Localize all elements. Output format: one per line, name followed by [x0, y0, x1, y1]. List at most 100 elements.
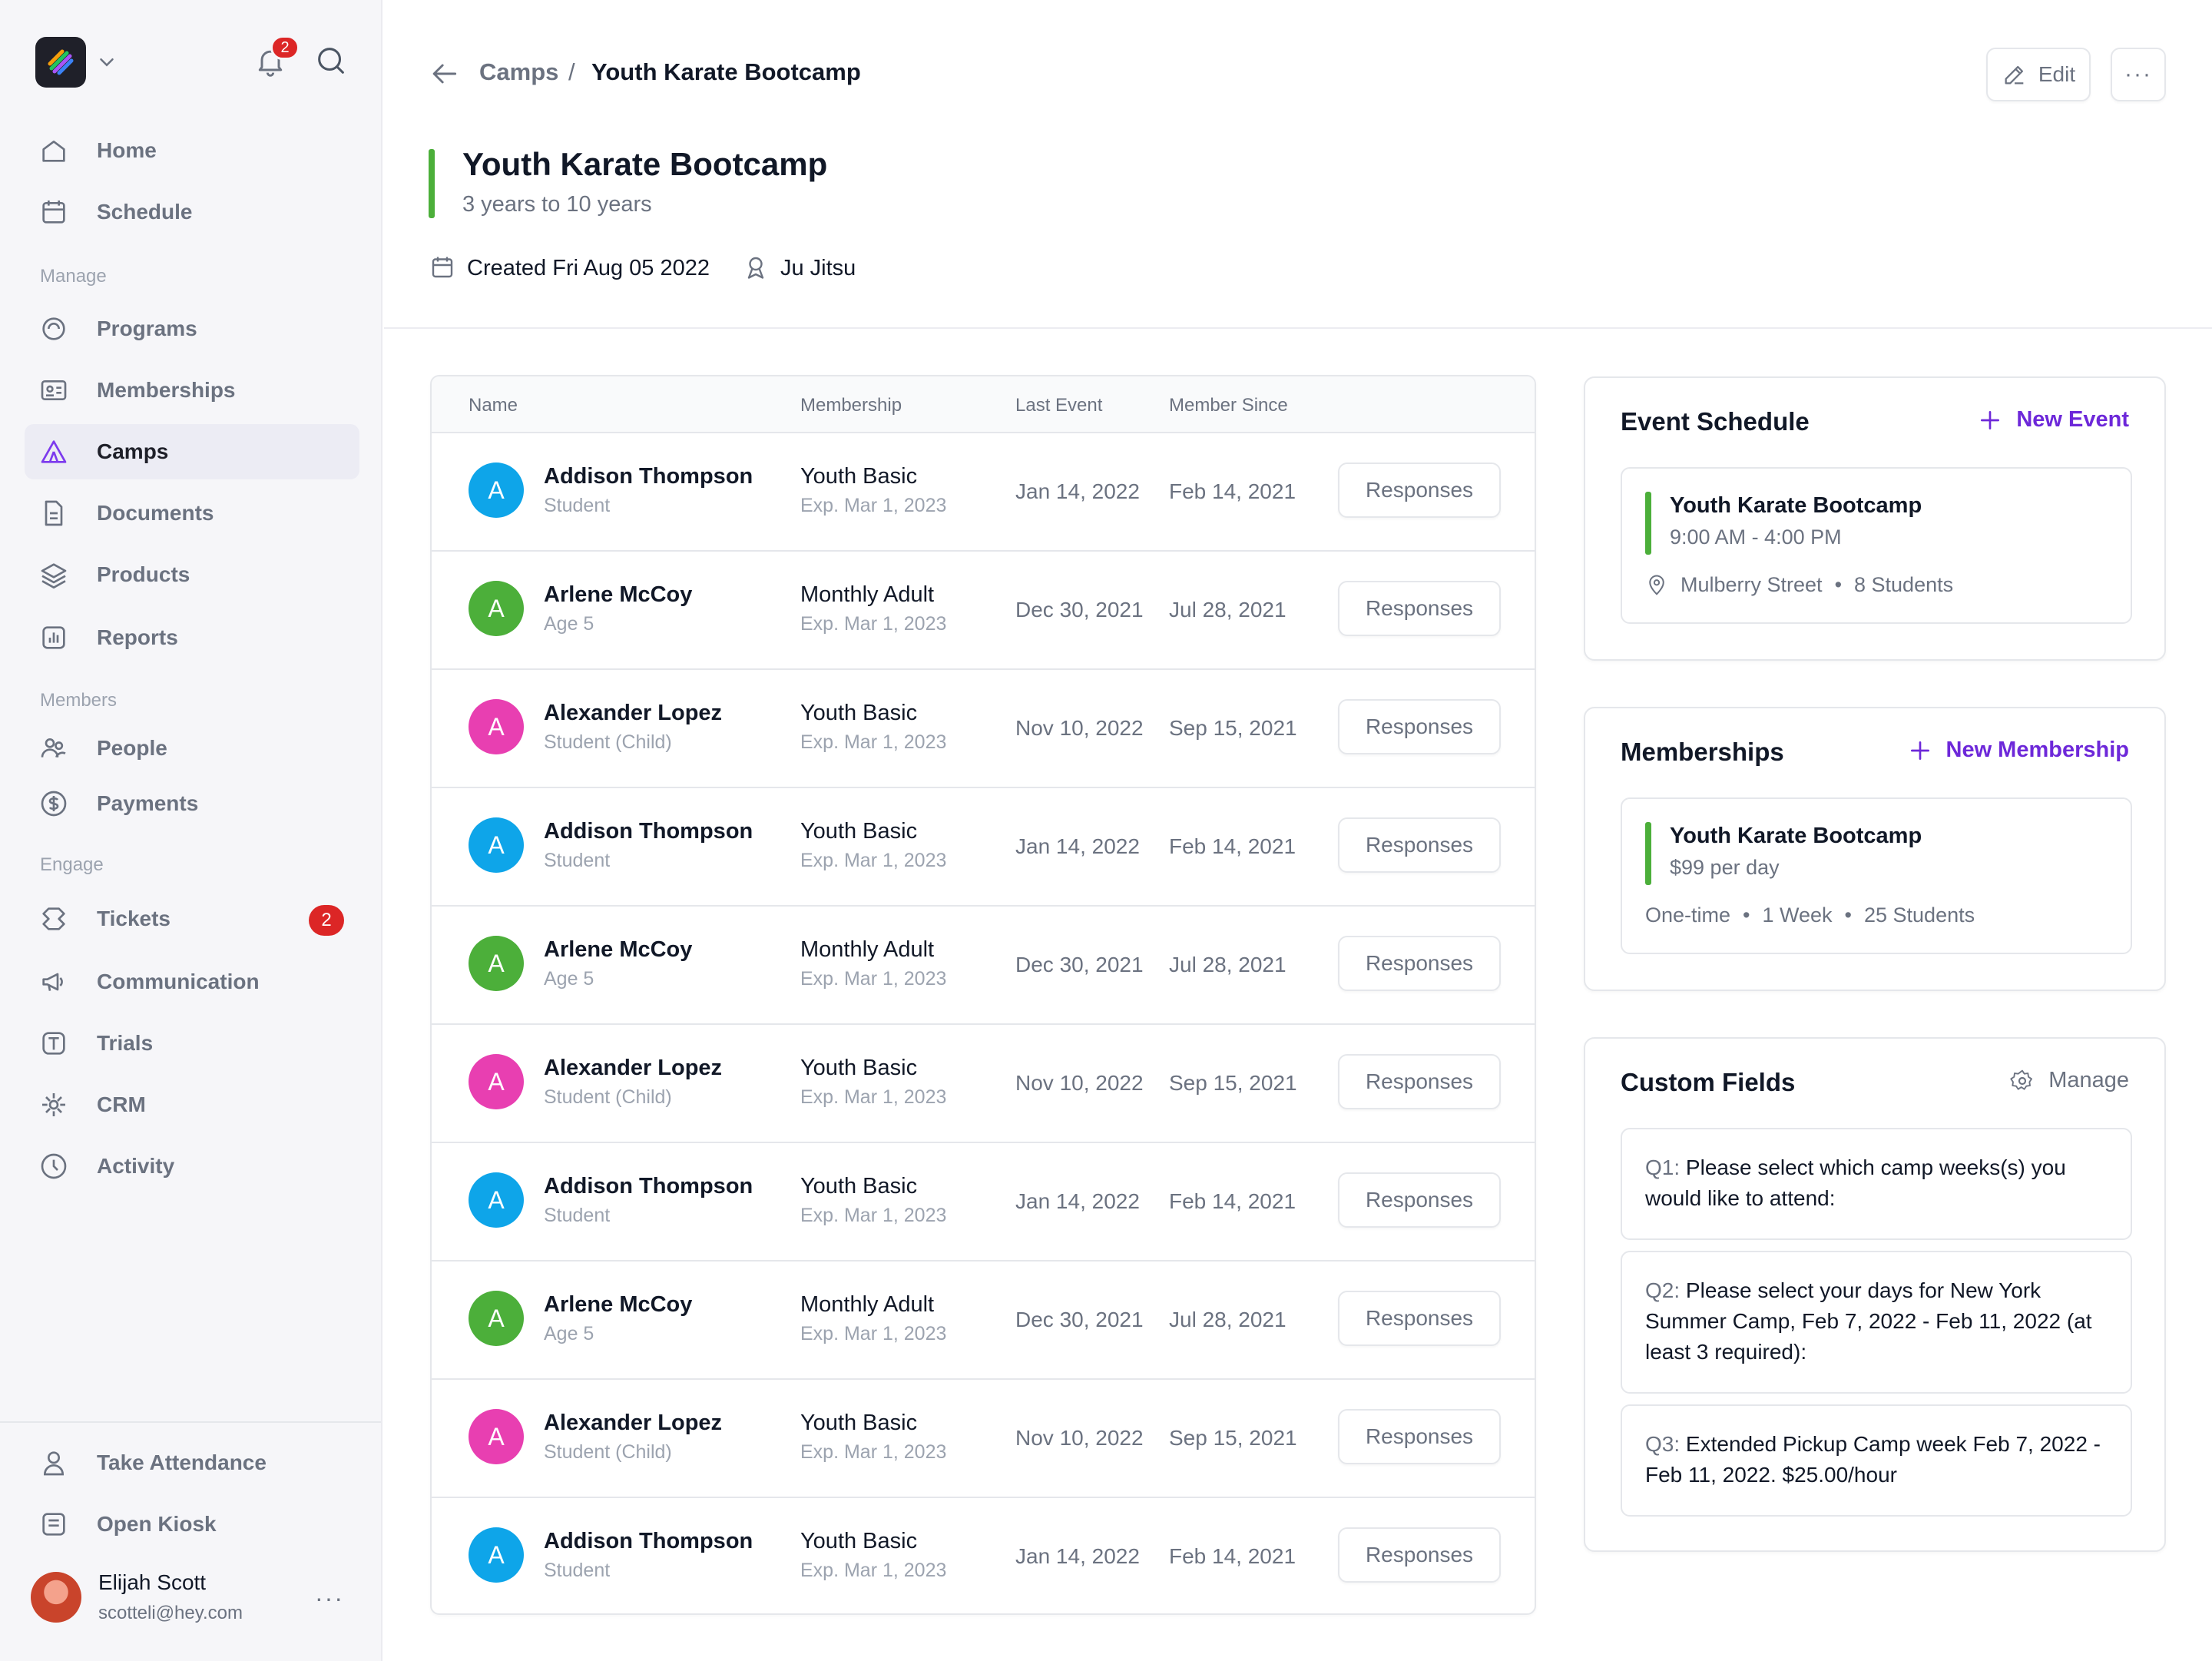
- app-logo[interactable]: [35, 37, 86, 88]
- sidebar-item-tickets[interactable]: Tickets 2: [25, 891, 359, 947]
- member-name[interactable]: Addison Thompson: [544, 819, 753, 844]
- responses-button[interactable]: Responses: [1338, 1054, 1501, 1109]
- table-row[interactable]: A Arlene McCoy Age 5 Monthly Adult Exp. Mar …: [432, 552, 1535, 670]
- sidebar-item-open-kiosk[interactable]: Open Kiosk: [25, 1497, 359, 1552]
- responses-button[interactable]: Responses: [1338, 936, 1501, 991]
- custom-field-question[interactable]: Q1: Please select which camp weeks(s) yo…: [1621, 1128, 2132, 1240]
- sidebar-item-people[interactable]: People: [25, 721, 359, 776]
- responses-button[interactable]: Responses: [1338, 817, 1501, 873]
- member-since-date: Sep 15, 2021: [1169, 716, 1297, 740]
- table-row[interactable]: A Alexander Lopez Student (Child) Youth Bas…: [432, 1380, 1535, 1498]
- column-header-name[interactable]: Name: [469, 395, 518, 416]
- member-name[interactable]: Addison Thompson: [544, 464, 753, 489]
- avatar: A: [469, 936, 524, 991]
- event-time: 9:00 AM - 4:00 PM: [1670, 525, 1842, 549]
- column-header-membership[interactable]: Membership: [800, 395, 902, 416]
- table-row[interactable]: A Alexander Lopez Student (Child) Youth Bas…: [432, 1025, 1535, 1143]
- sidebar-item-crm[interactable]: CRM: [25, 1077, 359, 1132]
- sidebar-item-payments[interactable]: Payments: [25, 776, 359, 831]
- last-event-date: Nov 10, 2022: [1015, 1071, 1144, 1095]
- member-since-date: Feb 14, 2021: [1169, 834, 1296, 858]
- manage-fields-button[interactable]: Manage: [2010, 1068, 2129, 1093]
- responses-button[interactable]: Responses: [1338, 1527, 1501, 1583]
- breadcrumb-camps[interactable]: Camps: [479, 58, 558, 86]
- sidebar-item-label: Home: [97, 138, 157, 162]
- responses-button[interactable]: Responses: [1338, 462, 1501, 518]
- responses-button[interactable]: Responses: [1338, 581, 1501, 636]
- sidebar-item-activity[interactable]: Activity: [25, 1139, 359, 1194]
- member-name[interactable]: Alexander Lopez: [544, 1056, 722, 1081]
- separator-dot: •: [1743, 903, 1750, 927]
- table-row[interactable]: A Alexander Lopez Student (Child) Youth Bas…: [432, 670, 1535, 788]
- membership-expiry: Exp. Mar 1, 2023: [800, 968, 947, 990]
- table-row[interactable]: A Addison Thompson Student Youth Basic Exp. …: [432, 1143, 1535, 1261]
- sidebar-item-label: Communication: [97, 970, 260, 993]
- column-header-last-event[interactable]: Last Event: [1015, 395, 1102, 416]
- new-event-button[interactable]: New Event: [1978, 407, 2129, 433]
- sidebar-item-schedule[interactable]: Schedule: [25, 184, 359, 240]
- membership-students: 25 Students: [1864, 903, 1975, 927]
- table-row[interactable]: A Arlene McCoy Age 5 Monthly Adult Exp. Mar …: [432, 907, 1535, 1025]
- membership-item[interactable]: Youth Karate Bootcamp $99 per day One-ti…: [1621, 797, 2132, 954]
- user-menu-button[interactable]: ···: [315, 1584, 344, 1613]
- sidebar-item-documents[interactable]: Documents: [25, 486, 359, 541]
- table-row[interactable]: A Arlene McCoy Age 5 Monthly Adult Exp. Mar …: [432, 1261, 1535, 1380]
- avatar: A: [469, 1172, 524, 1228]
- sidebar-item-communication[interactable]: Communication: [25, 954, 359, 1010]
- sidebar-item-camps[interactable]: Camps: [25, 424, 359, 479]
- manage-label: Manage: [2048, 1068, 2129, 1092]
- column-header-member-since[interactable]: Member Since: [1169, 395, 1288, 416]
- edit-button[interactable]: Edit: [1986, 48, 2091, 101]
- section-label-members: Members: [40, 690, 118, 711]
- sidebar-item-label: Activity: [97, 1154, 175, 1178]
- responses-button[interactable]: Responses: [1338, 1172, 1501, 1228]
- membership-name: Youth Basic: [800, 819, 918, 844]
- member-name[interactable]: Arlene McCoy: [544, 1292, 692, 1318]
- table-row[interactable]: A Addison Thompson Student Youth Basic Exp. …: [432, 433, 1535, 552]
- search-icon[interactable]: [313, 43, 349, 78]
- sidebar-item-memberships[interactable]: Memberships: [25, 363, 359, 418]
- member-name[interactable]: Addison Thompson: [544, 1529, 753, 1554]
- avatar[interactable]: [31, 1572, 81, 1623]
- membership-name: Monthly Adult: [800, 937, 935, 962]
- membership-price: $99 per day: [1670, 856, 1780, 879]
- member-name[interactable]: Addison Thompson: [544, 1174, 753, 1199]
- card-title: Memberships: [1621, 738, 1784, 766]
- member-subtitle: Student: [544, 1560, 611, 1581]
- member-since-date: Feb 14, 2021: [1169, 1189, 1296, 1213]
- sidebar-item-trials[interactable]: Trials: [25, 1016, 359, 1071]
- responses-button[interactable]: Responses: [1338, 1291, 1501, 1346]
- custom-field-question[interactable]: Q2: Please select your days for New York…: [1621, 1251, 2132, 1394]
- sidebar-item-label: Programs: [97, 317, 197, 340]
- user-name: Elijah Scott: [98, 1570, 207, 1594]
- member-subtitle: Student: [544, 495, 611, 516]
- sidebar-item-home[interactable]: Home: [25, 123, 359, 178]
- martial-art-style: Ju Jitsu: [780, 256, 856, 280]
- responses-button[interactable]: Responses: [1338, 1409, 1501, 1464]
- member-name[interactable]: Alexander Lopez: [544, 701, 722, 726]
- sidebar-item-reports[interactable]: Reports: [25, 610, 359, 665]
- sidebar-item-products[interactable]: Products: [25, 547, 359, 602]
- sidebar-item-programs[interactable]: Programs: [25, 301, 359, 356]
- last-event-date: Nov 10, 2022: [1015, 1426, 1144, 1450]
- membership-name: Monthly Adult: [800, 1292, 935, 1317]
- member-subtitle: Student (Child): [544, 731, 672, 753]
- member-since-date: Feb 14, 2021: [1169, 1544, 1296, 1568]
- more-options-button[interactable]: ···: [2111, 48, 2166, 101]
- member-name[interactable]: Alexander Lopez: [544, 1411, 722, 1436]
- custom-field-question[interactable]: Q3: Extended Pickup Camp week Feb 7, 202…: [1621, 1404, 2132, 1517]
- member-name[interactable]: Arlene McCoy: [544, 937, 692, 963]
- table-row[interactable]: A Addison Thompson Student Youth Basic Exp. …: [432, 1498, 1535, 1613]
- back-arrow-icon[interactable]: [427, 57, 461, 91]
- member-name[interactable]: Arlene McCoy: [544, 582, 692, 608]
- membership-expiry: Exp. Mar 1, 2023: [800, 495, 947, 516]
- responses-button[interactable]: Responses: [1338, 699, 1501, 754]
- table-row[interactable]: A Addison Thompson Student Youth Basic Exp. …: [432, 788, 1535, 907]
- chevron-down-icon[interactable]: [95, 51, 118, 74]
- sidebar-item-take-attendance[interactable]: Take Attendance: [25, 1435, 359, 1490]
- page-subtitle: 3 years to 10 years: [462, 192, 652, 217]
- new-membership-button[interactable]: New Membership: [1908, 738, 2129, 763]
- document-icon: [45, 500, 63, 526]
- event-item[interactable]: Youth Karate Bootcamp 9:00 AM - 4:00 PM …: [1621, 467, 2132, 624]
- last-event-date: Jan 14, 2022: [1015, 1544, 1140, 1568]
